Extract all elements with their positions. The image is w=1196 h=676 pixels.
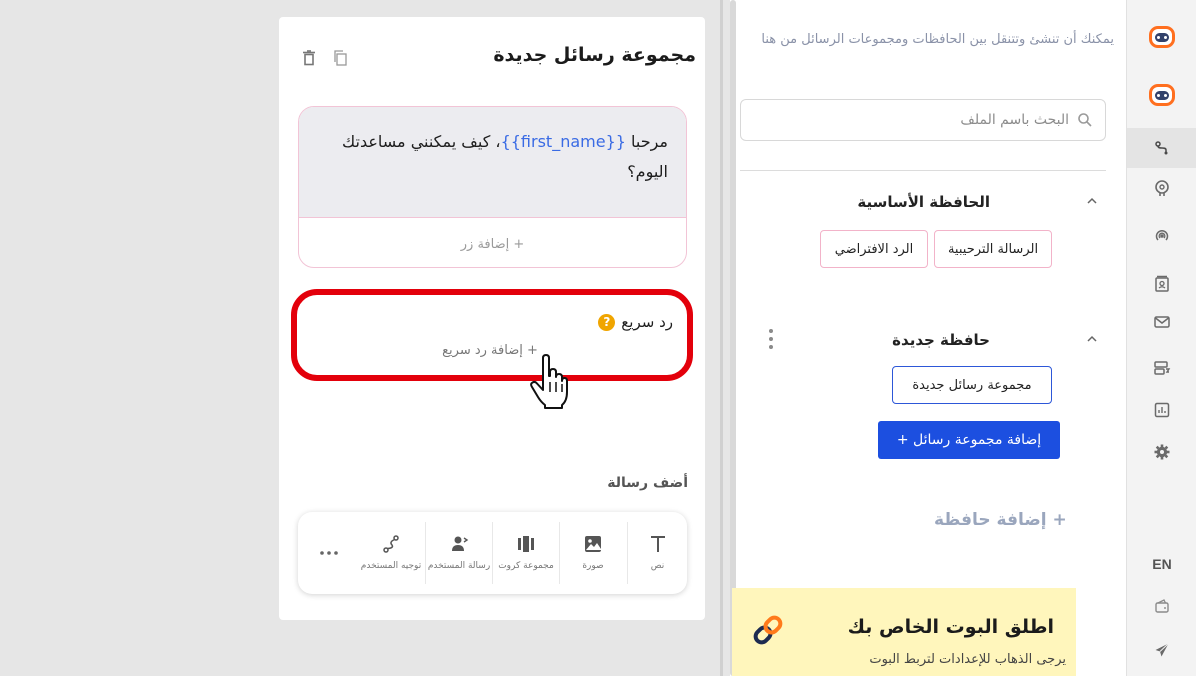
link-icon xyxy=(753,615,783,645)
sidebar-item-settings[interactable] xyxy=(1127,432,1196,472)
sidebar-item-broadcast[interactable] xyxy=(1127,216,1196,256)
flow-icon xyxy=(1155,141,1168,155)
brain-icon xyxy=(1155,180,1169,196)
chip-welcome-message[interactable]: الرسالة الترحيبية xyxy=(934,230,1052,268)
sidebar-item-contacts[interactable] xyxy=(1127,264,1196,304)
language-switch[interactable]: EN xyxy=(1127,544,1196,584)
bot-avatar-icon xyxy=(1149,84,1175,106)
tool-separator xyxy=(559,522,560,584)
tool-carousel[interactable]: مجموعة كروت xyxy=(493,512,559,594)
tool-user-message-label: رسالة المستخدم xyxy=(427,561,491,571)
chevron-up-icon[interactable] xyxy=(1086,195,1098,210)
tool-text[interactable]: نص xyxy=(628,512,687,594)
editor-title[interactable]: مجموعة رسائل جديدة xyxy=(493,44,696,66)
message-variable: {{first_name}} xyxy=(500,132,626,151)
banner-text: يرجى الذهاب للإعدادات لتربط البوت xyxy=(869,652,1066,667)
sidebar-item-wallet[interactable] xyxy=(1127,586,1196,626)
add-message-group-button[interactable]: إضافة مجموعة رسائل + xyxy=(878,421,1060,459)
templates-icon xyxy=(1154,361,1171,375)
folders-scrollbar[interactable] xyxy=(730,0,736,676)
add-message-title: أضف رسالة xyxy=(607,475,688,491)
sidebar-item-flows[interactable] xyxy=(1127,128,1196,168)
add-folder-button[interactable]: + إضافة حافظة xyxy=(934,510,1067,530)
folder-menu-icon[interactable] xyxy=(768,328,774,350)
sidebar-item-templates[interactable] xyxy=(1127,348,1196,388)
tool-image[interactable]: صورة xyxy=(560,512,626,594)
sidebar-item-analytics[interactable] xyxy=(1127,390,1196,430)
launch-bot-banner: اطلق البوت الخاص بك يرجى الذهاب للإعدادا… xyxy=(732,588,1076,676)
chip-new-message-group[interactable]: مجموعة رسائل جديدة xyxy=(892,366,1052,404)
quick-reply-title: رد سريع xyxy=(621,313,673,331)
bot-logo-icon xyxy=(1149,26,1175,48)
help-icon[interactable]: ? xyxy=(598,313,616,331)
gear-icon xyxy=(1154,444,1170,460)
hand-cursor-icon xyxy=(530,354,568,409)
route-icon xyxy=(383,535,399,553)
tool-route-user-label: توجيه المستخدم xyxy=(360,561,422,571)
text-message-block[interactable]: مرحبا {{first_name}}، كيف يمكنني مساعدتك… xyxy=(298,106,687,268)
add-button[interactable]: + إضافة زر xyxy=(299,217,686,267)
contacts-icon xyxy=(1155,275,1169,292)
tool-text-label: نص xyxy=(650,561,665,571)
banner-title: اطلق البوت الخاص بك xyxy=(847,616,1054,638)
copy-icon[interactable] xyxy=(333,50,347,66)
tool-separator xyxy=(627,522,628,584)
chevron-up-icon[interactable] xyxy=(1086,333,1098,348)
message-text-prefix: مرحبا xyxy=(625,132,668,151)
divider xyxy=(740,170,1106,171)
folder-title-main[interactable]: الحافظة الأساسية xyxy=(857,193,990,211)
bot-avatar[interactable] xyxy=(1127,75,1196,115)
sidebar-item-ai[interactable] xyxy=(1127,168,1196,208)
folder-title-new[interactable]: حافظة جديدة xyxy=(892,331,990,349)
folders-hint: يمكنك أن تنشئ وتتنقل بين الحافظات ومجموع… xyxy=(761,32,1114,47)
sidebar-item-send[interactable] xyxy=(1127,630,1196,670)
send-icon xyxy=(1155,643,1169,657)
quick-reply-highlight xyxy=(291,289,693,381)
icon-sidebar: EN xyxy=(1126,0,1196,676)
more-tools-button[interactable] xyxy=(304,512,354,594)
image-icon xyxy=(585,536,601,552)
tool-image-label: صورة xyxy=(582,561,604,571)
quick-reply-label: رد سريع ? xyxy=(598,313,673,331)
text-icon xyxy=(650,536,665,552)
user-message-icon xyxy=(452,536,469,551)
more-icon xyxy=(320,551,338,555)
trash-icon[interactable] xyxy=(302,50,316,66)
search-icon xyxy=(1078,113,1092,127)
analytics-icon xyxy=(1154,402,1170,418)
app-logo[interactable] xyxy=(1127,17,1196,57)
carousel-icon xyxy=(518,536,534,552)
wallet-icon xyxy=(1155,599,1169,613)
tool-route-user[interactable]: توجيه المستخدم xyxy=(358,512,424,594)
sidebar-item-mail[interactable] xyxy=(1127,302,1196,342)
tool-separator xyxy=(492,522,493,584)
message-text[interactable]: مرحبا {{first_name}}، كيف يمكنني مساعدتك… xyxy=(338,127,668,187)
panel-divider[interactable] xyxy=(720,0,723,676)
message-body[interactable]: مرحبا {{first_name}}، كيف يمكنني مساعدتك… xyxy=(299,107,686,217)
search-placeholder: البحث باسم الملف xyxy=(960,112,1069,128)
tool-user-message[interactable]: رسالة المستخدم xyxy=(426,512,492,594)
chip-default-reply[interactable]: الرد الافتراضي xyxy=(820,230,928,268)
tool-separator xyxy=(425,522,426,584)
tool-carousel-label: مجموعة كروت xyxy=(498,561,554,571)
mail-icon xyxy=(1154,316,1170,328)
message-type-toolbar: نص صورة مجموعة كروت رسالة المستخدم توجيه… xyxy=(298,512,687,594)
broadcast-icon xyxy=(1155,229,1169,241)
search-input[interactable]: البحث باسم الملف xyxy=(740,99,1106,141)
language-label: EN xyxy=(1152,556,1172,572)
